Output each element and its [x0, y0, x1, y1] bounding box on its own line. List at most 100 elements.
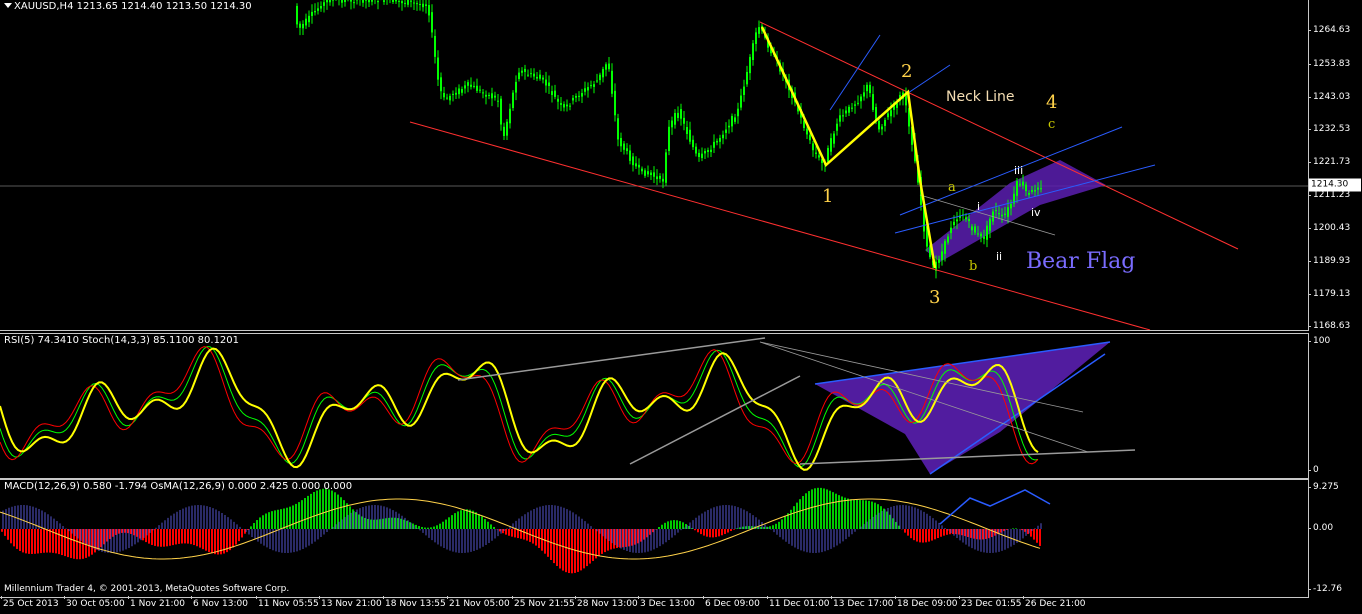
macd-svg[interactable] [0, 480, 1308, 597]
candle-body [986, 225, 988, 240]
candle-body [296, 5, 298, 25]
candle-body [602, 68, 604, 78]
candle-body [995, 210, 997, 212]
rsi-stoch-pane[interactable]: RSI(5) 74.3410 Stoch(14,3,3) 85.1100 80.… [0, 333, 1362, 479]
candle-body [1010, 203, 1012, 209]
candle-body [515, 81, 517, 93]
candle-body [842, 115, 844, 117]
candle-body [365, 0, 367, 1]
candle-body [566, 104, 568, 107]
candle-body [437, 57, 439, 80]
candle-body [614, 90, 616, 116]
time-tick: 3 Dec 13:00 [638, 596, 695, 609]
candle-body [698, 152, 700, 158]
wave-c-label: c [1048, 117, 1056, 132]
candle-body [860, 96, 862, 102]
candle-body [311, 11, 313, 16]
candle-body [869, 84, 871, 94]
candle-body [734, 117, 736, 122]
candle-body [485, 94, 487, 97]
candle-body [581, 93, 583, 97]
candle-body [416, 3, 418, 5]
candle-body [740, 95, 742, 108]
rsi-tick-100: 100 [1307, 336, 1331, 346]
candle-body [950, 227, 952, 234]
candle-body [863, 92, 865, 97]
candle-body [1016, 181, 1018, 196]
candle-body [845, 110, 847, 114]
time-axis[interactable]: 25 Oct 2013 30 Oct 05:00 1 Nov 21:00 6 Nov … [0, 596, 1362, 614]
price-chart-svg[interactable] [0, 0, 1308, 330]
candle-body [398, 0, 400, 2]
time-tick: 6 Nov 13:00 [191, 596, 248, 609]
macd-tick-top: 9.275 [1308, 482, 1339, 492]
candle-body [881, 126, 883, 130]
ohlc-values: 1213.65 1214.40 1213.50 1214.30 [76, 1, 252, 12]
candle-body [998, 213, 1000, 215]
candle-body [431, 12, 433, 33]
candle-body [452, 93, 454, 95]
candle-body [527, 74, 529, 76]
candle-body [665, 152, 667, 183]
candle-body [401, 1, 403, 4]
candle-body [1034, 189, 1036, 192]
candle-body [818, 155, 820, 158]
candle-body [695, 146, 697, 154]
candle-body [449, 95, 451, 101]
rsi-stoch-area[interactable]: RSI(5) 74.3410 Stoch(14,3,3) 85.1100 80.… [0, 333, 1309, 479]
time-tick: 1 Nov 21:00 [128, 596, 185, 609]
price-chart-area[interactable]: XAUUSD,H4 1213.65 1214.40 1213.50 1214.3… [0, 0, 1309, 331]
candle-body [563, 104, 565, 108]
candle-body [530, 73, 532, 75]
candle-body [977, 233, 979, 235]
rsi-axis[interactable]: 100 0 [1307, 333, 1362, 478]
candle-body [506, 121, 508, 136]
candle-body [488, 94, 490, 96]
time-tick: 11 Dec 01:00 [767, 596, 830, 609]
wave-i-label: i [977, 200, 981, 213]
price-tick: 1264.63 [1307, 25, 1351, 35]
candle-body [476, 85, 478, 91]
macd-axis[interactable]: 9.275 0.00 -12.76 [1307, 479, 1362, 597]
bear-flag-label: Bear Flag [1026, 249, 1136, 274]
candle-body [704, 150, 706, 154]
wave-a-label: a [948, 180, 956, 195]
current-price-label: 1214.30 [1309, 178, 1361, 192]
candle-body [716, 140, 718, 143]
candle-body [353, 2, 355, 4]
candle-body [368, 0, 370, 3]
candle-body [830, 138, 832, 152]
candle-body [467, 82, 469, 86]
candle-body [971, 226, 973, 231]
candle-body [839, 115, 841, 122]
candle-body [404, 2, 406, 4]
price-tick: 1253.83 [1307, 59, 1351, 69]
candle-body [578, 95, 580, 97]
candle-body [872, 94, 874, 110]
candle-body [539, 74, 541, 79]
candle-body [956, 219, 958, 222]
candle-body [629, 150, 631, 161]
candle-body [974, 226, 976, 233]
candle-body [710, 149, 712, 153]
candle-body [638, 164, 640, 168]
price-axis[interactable]: 1264.63 1253.83 1243.03 1232.53 1221.73 1211.… [1307, 0, 1362, 331]
candle-body [815, 152, 817, 154]
candle-body [551, 91, 553, 96]
rsi-bottom-line [799, 449, 1136, 465]
candle-body [659, 175, 661, 179]
candle-body [425, 4, 427, 6]
price-pane[interactable]: XAUUSD,H4 1213.65 1214.40 1213.50 1214.3… [0, 0, 1362, 331]
candle-body [854, 104, 856, 106]
time-tick: 21 Nov 05:00 [447, 596, 510, 609]
candle-body [737, 108, 739, 117]
macd-area[interactable]: MACD(12,26,9) 0.580 -1.794 OsMA(12,26,9)… [0, 479, 1309, 598]
candle-body [680, 109, 682, 119]
candle-body [413, 2, 415, 4]
macd-pane[interactable]: MACD(12,26,9) 0.580 -1.794 OsMA(12,26,9)… [0, 479, 1362, 598]
rsi-stoch-svg[interactable] [0, 334, 1308, 478]
candle-body [833, 133, 835, 144]
candle-body [752, 43, 754, 61]
symbol-menu-icon[interactable] [4, 3, 12, 8]
candle-body [569, 105, 571, 107]
